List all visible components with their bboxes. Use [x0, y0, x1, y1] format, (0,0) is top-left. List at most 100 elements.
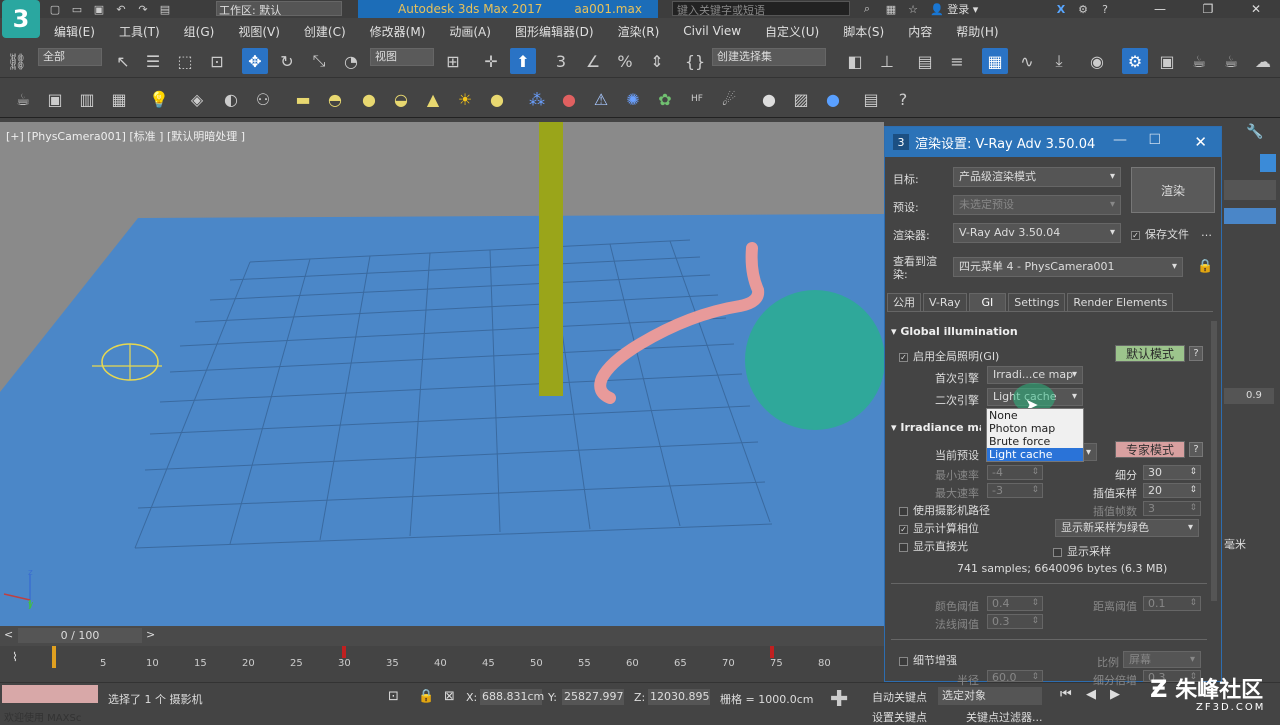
vray-material-icon[interactable]: ◐ — [218, 86, 244, 112]
dialog-maximize-icon[interactable]: ☐ — [1148, 132, 1161, 148]
dialog-titlebar[interactable]: 3 渲染设置: V-Ray Adv 3.50.04 — ☐ ✕ — [885, 127, 1221, 157]
rendered-frame-icon[interactable]: ▣ — [1154, 48, 1180, 74]
window-crossing-icon[interactable]: ⊡ — [204, 48, 230, 74]
next-frame-button[interactable]: > — [146, 628, 155, 641]
cart-icon[interactable]: ▦ — [883, 2, 899, 16]
sphere-object[interactable] — [745, 290, 884, 430]
menu-content[interactable]: 内容 — [908, 23, 932, 40]
vray-sun-icon[interactable]: ☀ — [452, 86, 478, 112]
vray-scene-icon[interactable]: ▨ — [788, 86, 814, 112]
mirror-icon[interactable]: ◧ — [842, 48, 868, 74]
spinner-snap-icon[interactable]: ⇕ — [644, 48, 670, 74]
curve-editor-icon[interactable]: ∿ — [1014, 48, 1040, 74]
modify-panel-icon[interactable]: 🔧 — [1246, 124, 1263, 140]
key-filters-button[interactable]: 关键点过滤器... — [966, 709, 1043, 725]
snaps-toggle-icon[interactable]: 3 — [548, 48, 574, 74]
vray-settings-icon[interactable]: ▦ — [106, 86, 132, 112]
vray-fur-icon[interactable]: ✺ — [620, 86, 646, 112]
vray-plane-icon[interactable]: ⚠ — [588, 86, 614, 112]
option-none[interactable]: None — [987, 409, 1083, 422]
preset-dropdown[interactable]: 未选定预设 — [953, 195, 1121, 215]
schematic-view-icon[interactable]: ⤓ — [1046, 48, 1072, 74]
help-icon[interactable]: ? — [1097, 2, 1113, 16]
menu-scripting[interactable]: 脚本(S) — [843, 23, 884, 40]
menu-group[interactable]: 组(G) — [184, 23, 215, 40]
vray-proxy-icon[interactable]: ⁂ — [524, 86, 550, 112]
tab-gi[interactable]: GI — [968, 293, 1007, 311]
minimize-icon[interactable]: — — [1136, 0, 1184, 18]
move-icon[interactable]: ✥ — [242, 48, 268, 74]
keyboard-shortcut-icon[interactable]: ⬆ — [510, 48, 536, 74]
play-icon[interactable]: ▶ — [1110, 687, 1120, 702]
normal-threshold-spinner[interactable]: 0.3 — [987, 614, 1043, 629]
add-time-tag-icon[interactable]: ✚ — [830, 687, 848, 712]
tab-settings[interactable]: Settings — [1008, 293, 1066, 311]
material-editor-icon[interactable]: ◉ — [1084, 48, 1110, 74]
show-direct-checkbox[interactable]: 显示直接光 — [899, 538, 968, 554]
vray-fur-2-icon[interactable]: ☄ — [716, 86, 742, 112]
menu-graph-editors[interactable]: 图形编辑器(D) — [515, 23, 594, 40]
vray-ambient-light-icon[interactable]: ● — [484, 86, 510, 112]
selection-filter[interactable]: 全部 — [38, 48, 102, 66]
named-selection-set[interactable]: 创建选择集 — [712, 48, 826, 66]
open-file-icon[interactable]: ▭ — [69, 2, 85, 16]
curve-icon[interactable]: ⌇ — [12, 650, 18, 664]
menu-modifiers[interactable]: 修改器(M) — [370, 23, 426, 40]
vray-dome-light-icon[interactable]: ◓ — [322, 86, 348, 112]
vray-export-icon[interactable]: ▤ — [858, 86, 884, 112]
maxscript-listener[interactable] — [2, 685, 98, 703]
render-production-icon[interactable]: ☕ — [1186, 48, 1212, 74]
vray-log-icon[interactable]: ▥ — [74, 86, 100, 112]
viewport[interactable]: [+] [PhysCamera001] [标准 ] [默认明暗处理 ] z y — [0, 122, 884, 626]
frame-counter[interactable]: 0 / 100 — [18, 628, 142, 643]
maximize-icon[interactable]: ❐ — [1184, 0, 1232, 18]
set-key-button[interactable]: 设置关键点 — [872, 709, 927, 725]
vray-hair-icon[interactable]: HF — [684, 86, 710, 112]
angle-snap-icon[interactable]: ∠ — [580, 48, 606, 74]
menu-view[interactable]: 视图(V) — [238, 23, 280, 40]
save-icon[interactable]: ▣ — [91, 2, 107, 16]
z-coord-field[interactable]: 12030.895 — [648, 689, 710, 705]
y-coord-field[interactable]: 25827.997 — [562, 689, 624, 705]
color-swatch[interactable] — [1260, 154, 1276, 172]
isolate-icon[interactable]: ⊡ — [388, 689, 399, 704]
vray-plane-light-icon[interactable]: ▬ — [290, 86, 316, 112]
edit-named-selection-icon[interactable]: {} — [682, 48, 708, 74]
modifier-stack-item[interactable] — [1224, 208, 1276, 224]
align-icon[interactable]: ⊥ — [874, 48, 900, 74]
select-object-icon[interactable]: ↖ — [110, 48, 136, 74]
box-object[interactable] — [539, 122, 563, 396]
prev-frame-button[interactable]: < — [4, 628, 13, 641]
gi-section-header[interactable]: ▾ Global illumination — [891, 325, 1018, 338]
vray-sphere-light-icon[interactable]: ● — [356, 86, 382, 112]
login-button[interactable]: 👤 登录 ▾ — [930, 1, 978, 17]
default-mode-button[interactable]: 默认模式 — [1115, 345, 1185, 362]
close-icon[interactable]: ✕ — [1232, 0, 1280, 18]
save-file-checkbox[interactable]: ✓ 保存文件 — [1131, 226, 1189, 242]
modifier-list[interactable] — [1224, 180, 1276, 200]
keyframe-marker[interactable] — [770, 646, 774, 658]
radius-spinner[interactable]: 60.0 — [987, 670, 1043, 684]
tab-render-elements[interactable]: Render Elements — [1067, 293, 1174, 311]
tab-common[interactable]: 公用 — [887, 293, 921, 311]
vray-teapot-icon[interactable]: ☕ — [10, 86, 36, 112]
layer-explorer-icon[interactable]: ▤ — [912, 48, 938, 74]
vray-converter-icon[interactable]: ⚇ — [250, 86, 276, 112]
workspace-select[interactable]: 工作区: 默认 — [216, 1, 342, 17]
interp-frames-spinner[interactable]: 3 — [1143, 501, 1201, 516]
target-dropdown[interactable]: 产品级渲染模式 — [953, 167, 1121, 187]
star-icon[interactable]: ☆ — [905, 2, 921, 16]
primary-engine-dropdown[interactable]: Irradi...ce map — [987, 366, 1083, 384]
detail-enhancement-checkbox[interactable]: 细节增强 — [899, 652, 957, 668]
selected-dropdown[interactable]: 选定对象 — [938, 687, 1042, 705]
vray-camera-icon[interactable]: ◈ — [184, 86, 210, 112]
select-by-name-icon[interactable]: ☰ — [140, 48, 166, 74]
interp-samples-spinner[interactable]: 20 — [1143, 483, 1201, 498]
vray-sphere-fade-icon[interactable]: ● — [556, 86, 582, 112]
menu-tools[interactable]: 工具(T) — [119, 23, 160, 40]
link-icon[interactable]: ⛓ — [4, 48, 30, 74]
pivot-icon[interactable]: ⊞ — [440, 48, 466, 74]
undo-icon[interactable]: ↶ — [113, 2, 129, 16]
reference-coord-system[interactable]: 视图 — [370, 48, 434, 66]
render-setup-icon[interactable]: ⚙ — [1122, 48, 1148, 74]
